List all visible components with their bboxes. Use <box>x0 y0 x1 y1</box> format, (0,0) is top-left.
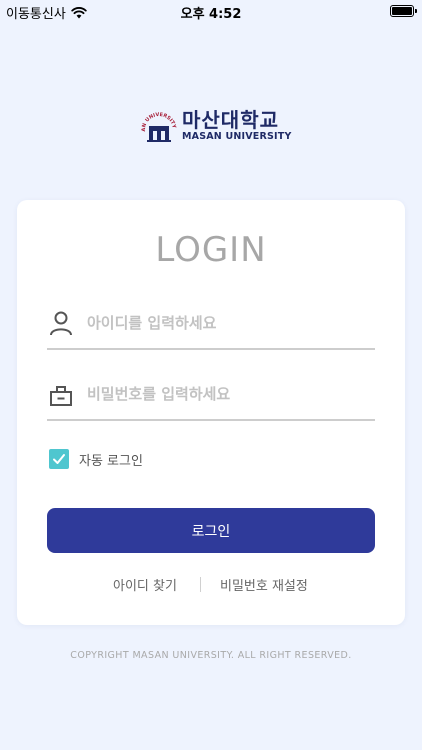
find-id-link[interactable]: 아이디 찾기 <box>113 575 177 594</box>
login-title: LOGIN <box>155 230 267 270</box>
copyright-text: COPYRIGHT MASAN UNIVERSITY. ALL RIGHT RE… <box>70 650 352 661</box>
auto-login-checkbox[interactable]: 자동 로그인 <box>49 449 143 469</box>
account-links: 아이디 찾기 비밀번호 재설정 <box>17 575 405 595</box>
battery-icon <box>390 5 417 17</box>
id-input[interactable] <box>87 308 367 338</box>
logo-name-korean: 마산대학교 <box>182 108 279 132</box>
auto-login-label: 자동 로그인 <box>79 453 143 469</box>
status-bar: 이동통신사 오후 4:52 <box>0 0 422 24</box>
user-icon <box>50 311 72 336</box>
logo-name-english: MASAN UNIVERSITY <box>182 131 292 142</box>
password-field <box>47 371 375 421</box>
login-button[interactable]: 로그인 <box>47 508 375 553</box>
status-time: 오후 4:52 <box>180 7 242 22</box>
university-logo: MASAN UNIVERSITY 1966 마산대학교 MASAN UNIVER… <box>140 108 292 144</box>
check-icon <box>53 454 65 464</box>
reset-password-link[interactable]: 비밀번호 재설정 <box>220 575 308 594</box>
links-divider <box>200 577 201 592</box>
id-field <box>47 300 375 350</box>
checkbox-box[interactable] <box>49 449 69 469</box>
password-input[interactable] <box>87 379 367 409</box>
lock-icon <box>50 386 72 406</box>
university-emblem-icon: MASAN UNIVERSITY 1966 <box>140 108 177 142</box>
login-card: LOGIN 자동 로그인 로그인 아이디 찾기 비밀번호 재설정 <box>17 200 405 625</box>
